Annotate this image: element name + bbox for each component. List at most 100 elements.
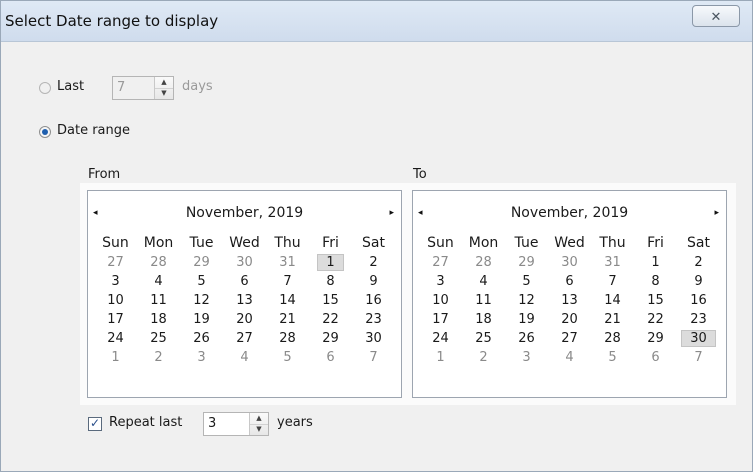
day-cell[interactable]: 19 xyxy=(505,310,548,329)
day-cell[interactable]: 21 xyxy=(591,310,634,329)
day-cell[interactable]: 22 xyxy=(634,310,677,329)
day-cell[interactable]: 30 xyxy=(223,253,266,272)
day-cell[interactable]: 30 xyxy=(352,329,395,348)
day-cell[interactable]: 15 xyxy=(309,291,352,310)
repeat-years-stepper[interactable]: 3 ▲ ▼ xyxy=(203,412,269,436)
day-cell[interactable]: 25 xyxy=(137,329,180,348)
day-cell[interactable]: 17 xyxy=(94,310,137,329)
day-cell[interactable]: 28 xyxy=(266,329,309,348)
day-cell[interactable]: 5 xyxy=(266,348,309,367)
day-cell[interactable]: 6 xyxy=(548,272,591,291)
selected-day-cell[interactable]: 30 xyxy=(677,329,720,348)
day-cell[interactable]: 17 xyxy=(419,310,462,329)
day-cell[interactable]: 27 xyxy=(94,253,137,272)
day-cell[interactable]: 4 xyxy=(137,272,180,291)
day-cell[interactable]: 16 xyxy=(677,291,720,310)
day-cell[interactable]: 8 xyxy=(309,272,352,291)
day-cell[interactable]: 13 xyxy=(223,291,266,310)
day-cell[interactable]: 30 xyxy=(548,253,591,272)
repeat-years-value[interactable]: 3 xyxy=(208,416,216,431)
day-cell[interactable]: 26 xyxy=(505,329,548,348)
day-cell[interactable]: 3 xyxy=(94,272,137,291)
repeat-years-spin-arrows[interactable]: ▲ ▼ xyxy=(249,413,268,435)
day-cell[interactable]: 9 xyxy=(677,272,720,291)
day-cell[interactable]: 22 xyxy=(309,310,352,329)
day-cell[interactable]: 28 xyxy=(462,253,505,272)
from-calendar[interactable]: ◂ November, 2019 ▸ Sun Mon Tue Wed Thu Fri Sat… xyxy=(87,190,402,398)
day-cell[interactable]: 11 xyxy=(462,291,505,310)
day-cell[interactable]: 23 xyxy=(352,310,395,329)
day-cell[interactable]: 13 xyxy=(548,291,591,310)
day-cell[interactable]: 1 xyxy=(419,348,462,367)
day-cell[interactable]: 4 xyxy=(462,272,505,291)
next-month-icon[interactable]: ▸ xyxy=(714,208,719,218)
day-cell[interactable]: 27 xyxy=(419,253,462,272)
day-cell[interactable]: 31 xyxy=(591,253,634,272)
day-cell[interactable]: 14 xyxy=(591,291,634,310)
day-cell[interactable]: 7 xyxy=(266,272,309,291)
day-cell[interactable]: 18 xyxy=(137,310,180,329)
last-days-radio[interactable] xyxy=(39,82,51,94)
day-cell[interactable]: 29 xyxy=(309,329,352,348)
day-cell[interactable]: 26 xyxy=(180,329,223,348)
day-cell[interactable]: 28 xyxy=(137,253,180,272)
date-range-radio[interactable] xyxy=(39,126,51,138)
day-cell[interactable]: 21 xyxy=(266,310,309,329)
day-cell[interactable]: 6 xyxy=(223,272,266,291)
spin-down-icon[interactable]: ▼ xyxy=(250,424,268,435)
day-cell[interactable]: 2 xyxy=(352,253,395,272)
day-cell[interactable]: 4 xyxy=(223,348,266,367)
day-cell[interactable]: 8 xyxy=(634,272,677,291)
day-cell[interactable]: 5 xyxy=(505,272,548,291)
day-cell[interactable]: 12 xyxy=(505,291,548,310)
day-cell[interactable]: 2 xyxy=(462,348,505,367)
day-cell[interactable]: 23 xyxy=(677,310,720,329)
day-cell[interactable]: 1 xyxy=(94,348,137,367)
repeat-last-checkbox[interactable]: ✓ xyxy=(88,416,102,431)
day-cell[interactable]: 7 xyxy=(677,348,720,367)
day-cell[interactable]: 29 xyxy=(634,329,677,348)
day-cell[interactable]: 10 xyxy=(419,291,462,310)
day-cell[interactable]: 24 xyxy=(419,329,462,348)
day-cell[interactable]: 20 xyxy=(223,310,266,329)
selected-day-cell[interactable]: 1 xyxy=(309,253,352,272)
day-cell[interactable]: 19 xyxy=(180,310,223,329)
month-title[interactable]: November, 2019 xyxy=(88,205,401,221)
spin-down-icon[interactable]: ▼ xyxy=(155,88,173,99)
day-cell[interactable]: 7 xyxy=(352,348,395,367)
to-calendar[interactable]: ◂ November, 2019 ▸ Sun Mon Tue Wed Thu Fri Sat… xyxy=(412,190,727,398)
day-cell[interactable]: 6 xyxy=(309,348,352,367)
day-cell[interactable]: 4 xyxy=(548,348,591,367)
last-days-stepper[interactable]: 7 ▲ ▼ xyxy=(112,76,174,100)
day-cell[interactable]: 11 xyxy=(137,291,180,310)
day-cell[interactable]: 29 xyxy=(180,253,223,272)
day-cell[interactable]: 27 xyxy=(548,329,591,348)
day-cell[interactable]: 14 xyxy=(266,291,309,310)
day-cell[interactable]: 28 xyxy=(591,329,634,348)
next-month-icon[interactable]: ▸ xyxy=(389,208,394,218)
day-cell[interactable]: 7 xyxy=(591,272,634,291)
day-cell[interactable]: 25 xyxy=(462,329,505,348)
day-cell[interactable]: 16 xyxy=(352,291,395,310)
day-cell[interactable]: 1 xyxy=(634,253,677,272)
day-cell[interactable]: 6 xyxy=(634,348,677,367)
close-button[interactable]: ✕ xyxy=(692,5,740,27)
day-cell[interactable]: 24 xyxy=(94,329,137,348)
day-cell[interactable]: 27 xyxy=(223,329,266,348)
day-cell[interactable]: 10 xyxy=(94,291,137,310)
day-cell[interactable]: 2 xyxy=(677,253,720,272)
day-cell[interactable]: 5 xyxy=(180,272,223,291)
day-cell[interactable]: 3 xyxy=(505,348,548,367)
day-cell[interactable]: 12 xyxy=(180,291,223,310)
day-cell[interactable]: 5 xyxy=(591,348,634,367)
day-cell[interactable]: 3 xyxy=(180,348,223,367)
day-cell[interactable]: 2 xyxy=(137,348,180,367)
last-days-spin-arrows[interactable]: ▲ ▼ xyxy=(154,77,173,99)
day-cell[interactable]: 20 xyxy=(548,310,591,329)
month-title[interactable]: November, 2019 xyxy=(413,205,726,221)
day-cell[interactable]: 29 xyxy=(505,253,548,272)
day-cell[interactable]: 9 xyxy=(352,272,395,291)
day-cell[interactable]: 18 xyxy=(462,310,505,329)
day-cell[interactable]: 15 xyxy=(634,291,677,310)
day-cell[interactable]: 3 xyxy=(419,272,462,291)
